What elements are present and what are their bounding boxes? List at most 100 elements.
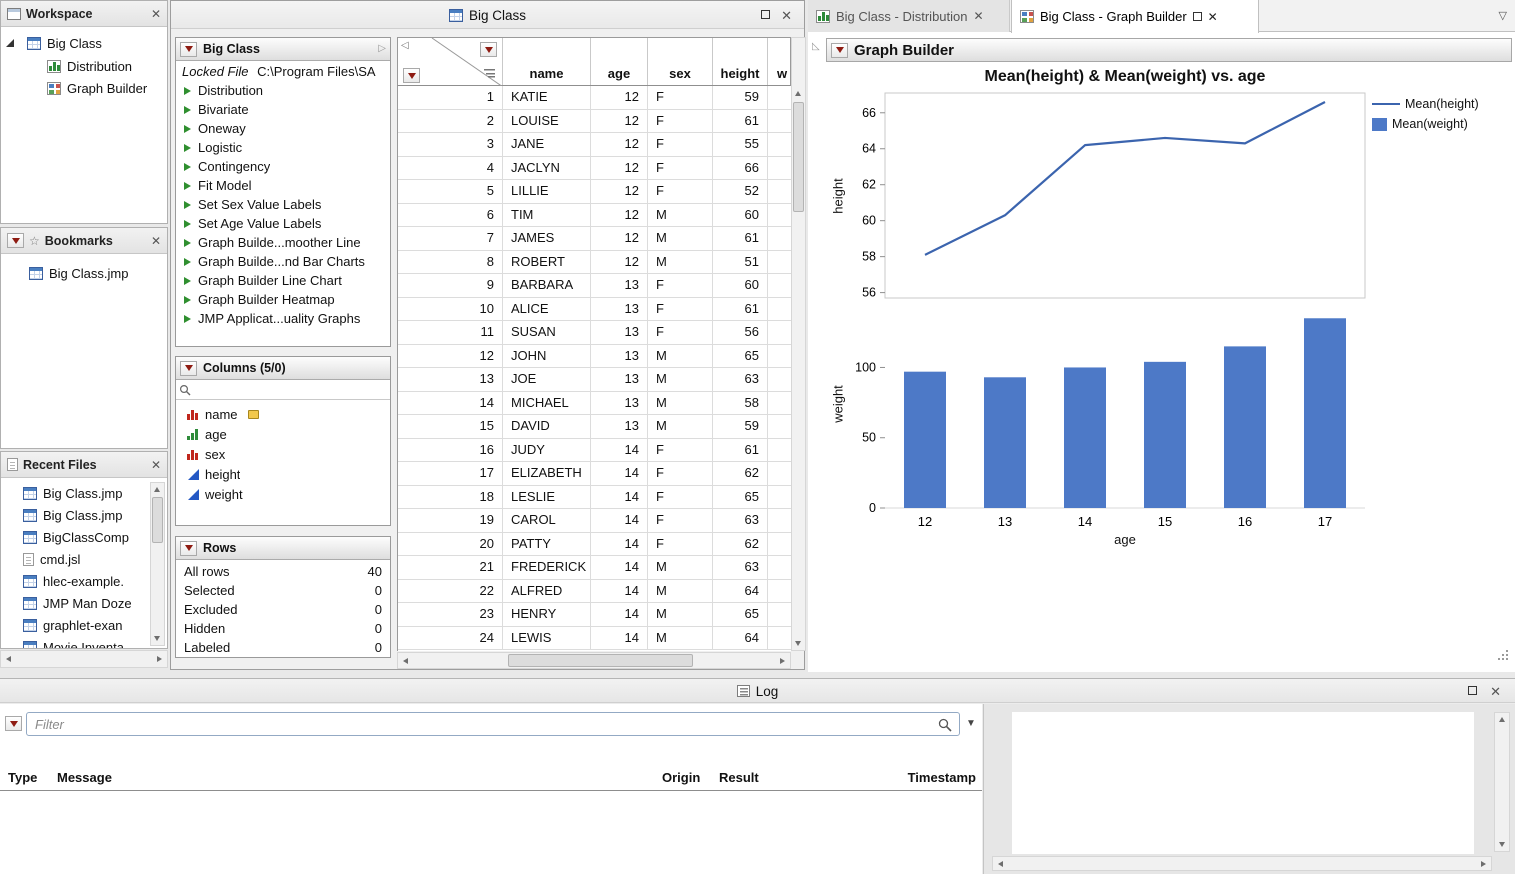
- grid-cell[interactable]: 59: [713, 86, 768, 110]
- grid-cell[interactable]: 12: [591, 157, 648, 181]
- recent-file-item[interactable]: Big Class.jmp: [17, 482, 167, 504]
- grid-cell[interactable]: 3: [398, 133, 503, 157]
- close-icon[interactable]: ✕: [781, 8, 792, 24]
- grid-cell[interactable]: 4: [398, 157, 503, 181]
- grid-cell[interactable]: JOHN: [503, 345, 591, 369]
- table-row[interactable]: 22ALFRED14M64: [398, 580, 791, 604]
- recent-file-item[interactable]: Movie Inventa: [17, 636, 167, 648]
- grid-cell[interactable]: M: [648, 415, 713, 439]
- y-axis-label-height[interactable]: height: [831, 178, 846, 213]
- grid-cell[interactable]: 8: [398, 251, 503, 275]
- maximize-icon[interactable]: [761, 10, 770, 19]
- search-icon[interactable]: [938, 718, 952, 732]
- grid-cell[interactable]: F: [648, 486, 713, 510]
- table-script-item[interactable]: Oneway: [176, 119, 390, 138]
- x-axis-label[interactable]: age: [885, 532, 1365, 547]
- recent-file-item[interactable]: graphlet-exan: [17, 614, 167, 636]
- grid-cell[interactable]: 21: [398, 556, 503, 580]
- grid-cell[interactable]: M: [648, 556, 713, 580]
- log-filter-input[interactable]: [26, 712, 960, 736]
- grid-cell[interactable]: [768, 204, 791, 228]
- table-row[interactable]: 6TIM12M60: [398, 204, 791, 228]
- data-window-titlebar[interactable]: Big Class ✕: [171, 1, 804, 29]
- grid-cell[interactable]: F: [648, 157, 713, 181]
- table-row[interactable]: 19CAROL14F63: [398, 509, 791, 533]
- grid-cell[interactable]: [768, 415, 791, 439]
- grid-cell[interactable]: 13: [591, 345, 648, 369]
- recent-file-item[interactable]: Big Class.jmp: [17, 504, 167, 526]
- grid-cell[interactable]: 12: [591, 227, 648, 251]
- rows-stat[interactable]: Selected0: [184, 581, 382, 600]
- grid-cell[interactable]: 12: [591, 133, 648, 157]
- filter-dropdown-icon[interactable]: ▼: [966, 718, 976, 729]
- grid-cell[interactable]: 60: [713, 204, 768, 228]
- table-script-item[interactable]: Set Sex Value Labels: [176, 195, 390, 214]
- grid-cell[interactable]: F: [648, 133, 713, 157]
- table-row[interactable]: 24LEWIS14M64: [398, 627, 791, 651]
- tab-close-icon[interactable]: ✕: [974, 9, 984, 23]
- grid-cell[interactable]: [768, 462, 791, 486]
- grid-cell[interactable]: BARBARA: [503, 274, 591, 298]
- grid-cell[interactable]: JANE: [503, 133, 591, 157]
- grid-cell[interactable]: LILLIE: [503, 180, 591, 204]
- grid-cell[interactable]: 16: [398, 439, 503, 463]
- grid-horizontal-scrollbar[interactable]: [397, 652, 791, 669]
- grid-cell[interactable]: 18: [398, 486, 503, 510]
- grid-cell[interactable]: [768, 227, 791, 251]
- grid-cell[interactable]: KATIE: [503, 86, 591, 110]
- table-row[interactable]: 3JANE12F55: [398, 133, 791, 157]
- log-col-message[interactable]: Message: [57, 770, 112, 785]
- tab-close-icon[interactable]: ✕: [1208, 10, 1218, 24]
- grid-cell[interactable]: 22: [398, 580, 503, 604]
- grid-cell[interactable]: JUDY: [503, 439, 591, 463]
- grid-cell[interactable]: [768, 533, 791, 557]
- log-horizontal-scrollbar[interactable]: [992, 856, 1492, 871]
- column-item[interactable]: weight: [180, 484, 390, 504]
- table-row[interactable]: 13JOE13M63: [398, 368, 791, 392]
- grid-cell[interactable]: 13: [591, 392, 648, 416]
- grid-cell[interactable]: 5: [398, 180, 503, 204]
- grid-cell[interactable]: F: [648, 298, 713, 322]
- grid-cell[interactable]: [768, 86, 791, 110]
- grid-cell[interactable]: PATTY: [503, 533, 591, 557]
- table-script-item[interactable]: Graph Builde...moother Line: [176, 233, 390, 252]
- grid-cell[interactable]: 59: [713, 415, 768, 439]
- grid-cell[interactable]: 9: [398, 274, 503, 298]
- grid-cell[interactable]: 14: [591, 556, 648, 580]
- legend-item-weight[interactable]: Mean(weight): [1372, 114, 1479, 134]
- grid-cell[interactable]: 19: [398, 509, 503, 533]
- table-script-item[interactable]: Graph Builder Line Chart: [176, 271, 390, 290]
- grid-cell[interactable]: 51: [713, 251, 768, 275]
- collapse-left-icon[interactable]: ◁: [401, 41, 409, 51]
- hierarchy-icon[interactable]: [484, 68, 496, 79]
- table-row[interactable]: 14MICHAEL13M58: [398, 392, 791, 416]
- columns-menu-button[interactable]: [180, 361, 197, 376]
- grid-cell[interactable]: M: [648, 227, 713, 251]
- table-script-item[interactable]: JMP Applicat...uality Graphs: [176, 309, 390, 328]
- grid-cell[interactable]: 13: [591, 415, 648, 439]
- columns-search-input[interactable]: [194, 382, 387, 397]
- grid-cell[interactable]: 13: [591, 298, 648, 322]
- table-row[interactable]: 16JUDY14F61: [398, 439, 791, 463]
- grid-cell[interactable]: FREDERICK: [503, 556, 591, 580]
- grid-cell[interactable]: LEWIS: [503, 627, 591, 651]
- grid-cell[interactable]: 23: [398, 603, 503, 627]
- grid-cell[interactable]: 63: [713, 509, 768, 533]
- grid-cell[interactable]: [768, 133, 791, 157]
- grid-cell[interactable]: 12: [591, 251, 648, 275]
- grid-cell[interactable]: 63: [713, 556, 768, 580]
- grid-cell[interactable]: SUSAN: [503, 321, 591, 345]
- workspace-child-distribution[interactable]: Distribution: [41, 55, 166, 77]
- panel-expand-icon[interactable]: ▷: [378, 44, 386, 54]
- table-row[interactable]: 15DAVID13M59: [398, 415, 791, 439]
- grid-cell[interactable]: [768, 580, 791, 604]
- workspace-child-graph-builder[interactable]: Graph Builder: [41, 77, 166, 99]
- rows-stat[interactable]: Hidden0: [184, 619, 382, 638]
- log-col-timestamp[interactable]: Timestamp: [908, 770, 976, 785]
- table-script-item[interactable]: Contingency: [176, 157, 390, 176]
- grid-cell[interactable]: 13: [591, 368, 648, 392]
- grid-cell[interactable]: F: [648, 180, 713, 204]
- table-row[interactable]: 11SUSAN13F56: [398, 321, 791, 345]
- grid-column-header[interactable]: height: [713, 38, 768, 85]
- grid-cell[interactable]: LESLIE: [503, 486, 591, 510]
